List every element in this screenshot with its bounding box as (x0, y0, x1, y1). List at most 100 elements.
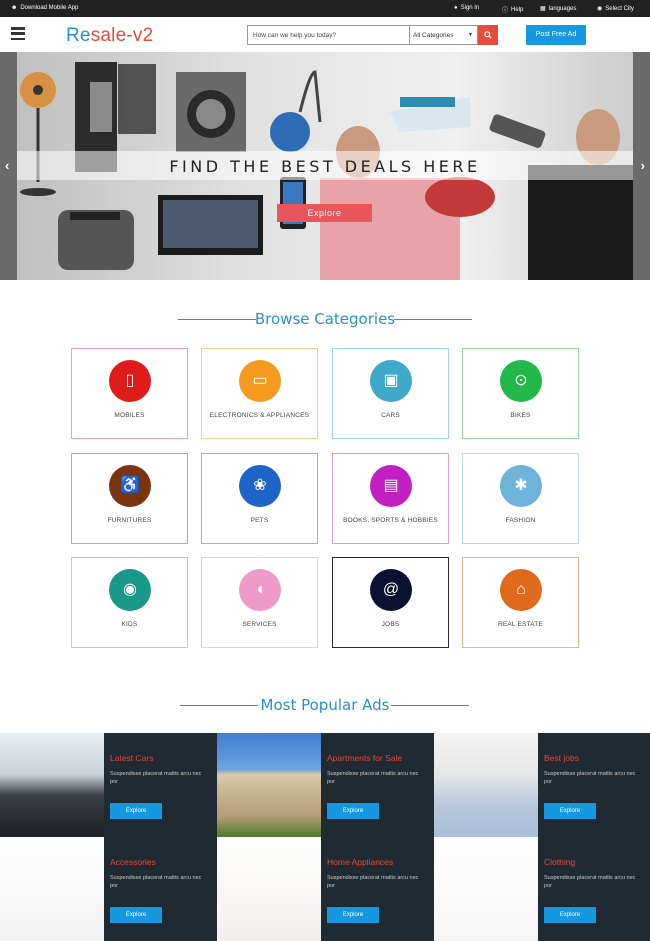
home-icon: ⌂ (500, 569, 542, 611)
select-city-link[interactable]: ◉ Select City (597, 5, 634, 13)
wheelchair-icon: ♿ (109, 465, 151, 507)
category-label: SERVICES (242, 621, 277, 628)
mobile-icon: ▯ (109, 360, 151, 402)
category-label: REAL ESTATE (497, 621, 544, 628)
search-icon (484, 31, 492, 39)
sign-in-link[interactable]: ● Sign In (454, 5, 479, 11)
popular-ad-explore-button[interactable]: Explore (110, 803, 162, 819)
cookware-image[interactable] (217, 837, 321, 941)
businessman-image[interactable] (434, 733, 538, 837)
category-label: JOBS (381, 621, 400, 628)
popular-ad-title[interactable]: Clothing (544, 857, 575, 867)
popular-ad-explore-button[interactable]: Explore (544, 803, 596, 819)
at-icon: @ (370, 569, 412, 611)
car-image[interactable] (0, 733, 104, 837)
hero-explore-button[interactable]: Explore (277, 204, 372, 222)
chevron-down-icon: ▼ (468, 32, 473, 38)
laptop-icon: ▭ (239, 360, 281, 402)
popular-ad-title[interactable]: Apartments for Sale (327, 753, 402, 763)
category-label: FURNITURES (107, 517, 152, 524)
paw-icon: ❀ (239, 465, 281, 507)
category-card[interactable]: @ JOBS (332, 557, 449, 648)
search-input[interactable]: How can we help you today? (247, 25, 410, 45)
chevron-left-icon[interactable]: ‹ (5, 158, 9, 173)
user-download-icon: ☻ (11, 5, 18, 11)
popular-ad-tile[interactable]: Latest Cars Suspendisse placerat mattis a… (0, 733, 217, 837)
hero-title: FIND THE BEST DEALS HERE (169, 157, 481, 176)
category-card[interactable]: ✱ FASHION (462, 453, 579, 544)
top-bar: ☻ Download Mobile App ● Sign In ⓘ Help ▦… (0, 0, 650, 17)
download-app-label: Download Mobile App (20, 5, 79, 11)
apartment-image[interactable] (217, 733, 321, 837)
asterisk-icon: ✱ (500, 465, 542, 507)
category-select-value: All Categories (413, 32, 454, 39)
popular-ad-tile[interactable]: Best jobs Suspendisse placerat mattis arc… (434, 733, 650, 837)
popular-ad-description: Suspendisse placerat mattis arcu nec por (327, 771, 419, 785)
languages-label: languages (548, 5, 577, 12)
category-card[interactable]: ▤ BOOKS, SPORTS & HOBBIES (332, 453, 449, 544)
category-card[interactable]: ▯ MOBILES (71, 348, 188, 439)
book-icon: ▤ (370, 465, 412, 507)
popular-ad-description: Suspendisse placerat mattis arcu nec por (110, 875, 202, 889)
popular-ad-title[interactable]: Home Appliances (327, 857, 393, 867)
language-icon: ▦ (540, 6, 546, 12)
motorbike-icon: ⊙ (500, 360, 542, 402)
category-label: MOBILES (114, 412, 145, 419)
category-card[interactable]: ❀ PETS (201, 453, 318, 544)
category-select[interactable]: All Categories ▼ (409, 25, 478, 45)
logo-accent: Re (66, 25, 91, 46)
popular-ad-explore-button[interactable]: Explore (544, 907, 596, 923)
popular-ad-tile[interactable]: Home Appliances Suspendisse placerat matt… (217, 837, 434, 941)
category-label: KIDS (121, 621, 138, 628)
category-card[interactable]: ◉ KIDS (71, 557, 188, 648)
download-app-link[interactable]: ☻ Download Mobile App (11, 5, 78, 11)
languages-link[interactable]: ▦ languages (540, 5, 577, 13)
popular-ads-heading: Most Popular Ads (0, 696, 650, 714)
category-card[interactable]: ⊙ BIKES (462, 348, 579, 439)
category-label: PETS (250, 517, 269, 524)
hero-slider: FIND THE BEST DEALS HERE Explore ‹ › (0, 52, 650, 280)
popular-ad-explore-button[interactable]: Explore (110, 907, 162, 923)
popular-ad-description: Suspendisse placerat mattis arcu nec por (544, 771, 636, 785)
popular-ad-description: Suspendisse placerat mattis arcu nec por (544, 875, 636, 889)
popular-ad-description: Suspendisse placerat mattis arcu nec por (327, 875, 419, 889)
hamburger-menu-icon[interactable] (11, 27, 25, 40)
shield-icon: ◖ (239, 569, 281, 611)
category-card[interactable]: ♿ FURNITURES (71, 453, 188, 544)
category-label: BOOKS, SPORTS & HOBBIES (343, 517, 438, 524)
popular-ad-tile[interactable]: Accessories Suspendisse placerat mattis a… (0, 837, 217, 941)
gamepad-icon: ◉ (109, 569, 151, 611)
popular-ad-explore-button[interactable]: Explore (327, 803, 379, 819)
site-logo[interactable]: Resale-v2 (66, 25, 153, 47)
popular-ads-title: Most Popular Ads (260, 696, 390, 714)
category-card[interactable]: ▣ CARS (332, 348, 449, 439)
shirt-image[interactable] (434, 837, 538, 941)
browse-categories-title: Browse Categories (254, 310, 396, 328)
popular-ad-tile[interactable]: Clothing Suspendisse placerat mattis arcu… (434, 837, 650, 941)
sign-in-label: Sign In (460, 5, 480, 11)
help-label: Help (511, 6, 524, 13)
post-free-ad-button[interactable]: Post Free Ad (526, 25, 586, 45)
category-label: BIKES (510, 412, 531, 419)
category-card[interactable]: ▭ ELECTRONICS & APPLIANCES (201, 348, 318, 439)
car-icon: ▣ (370, 360, 412, 402)
popular-ad-title[interactable]: Best jobs (544, 753, 579, 763)
info-icon: ⓘ (502, 8, 509, 14)
help-link[interactable]: ⓘ Help (502, 5, 524, 15)
category-card[interactable]: ◖ SERVICES (201, 557, 318, 648)
popular-ad-title[interactable]: Latest Cars (110, 753, 153, 763)
category-label: FASHION (505, 517, 536, 524)
popular-ad-tile[interactable]: Apartments for Sale Suspendisse placerat … (217, 733, 434, 837)
chevron-right-icon[interactable]: › (641, 158, 645, 173)
category-card[interactable]: ⌂ REAL ESTATE (462, 557, 579, 648)
search-button[interactable] (478, 25, 498, 45)
popular-ad-description: Suspendisse placerat mattis arcu nec por (110, 771, 202, 785)
logo-rest: sale-v2 (90, 25, 154, 46)
select-city-label: Select City (605, 5, 634, 12)
main-header: Resale-v2 How can we help you today? All… (0, 17, 650, 52)
browse-categories-heading: Browse Categories (0, 310, 650, 328)
category-label: ELECTRONICS & APPLIANCES (209, 412, 310, 419)
popular-ad-title[interactable]: Accessories (110, 857, 156, 867)
headphones-image[interactable] (0, 837, 104, 941)
popular-ad-explore-button[interactable]: Explore (327, 907, 379, 923)
